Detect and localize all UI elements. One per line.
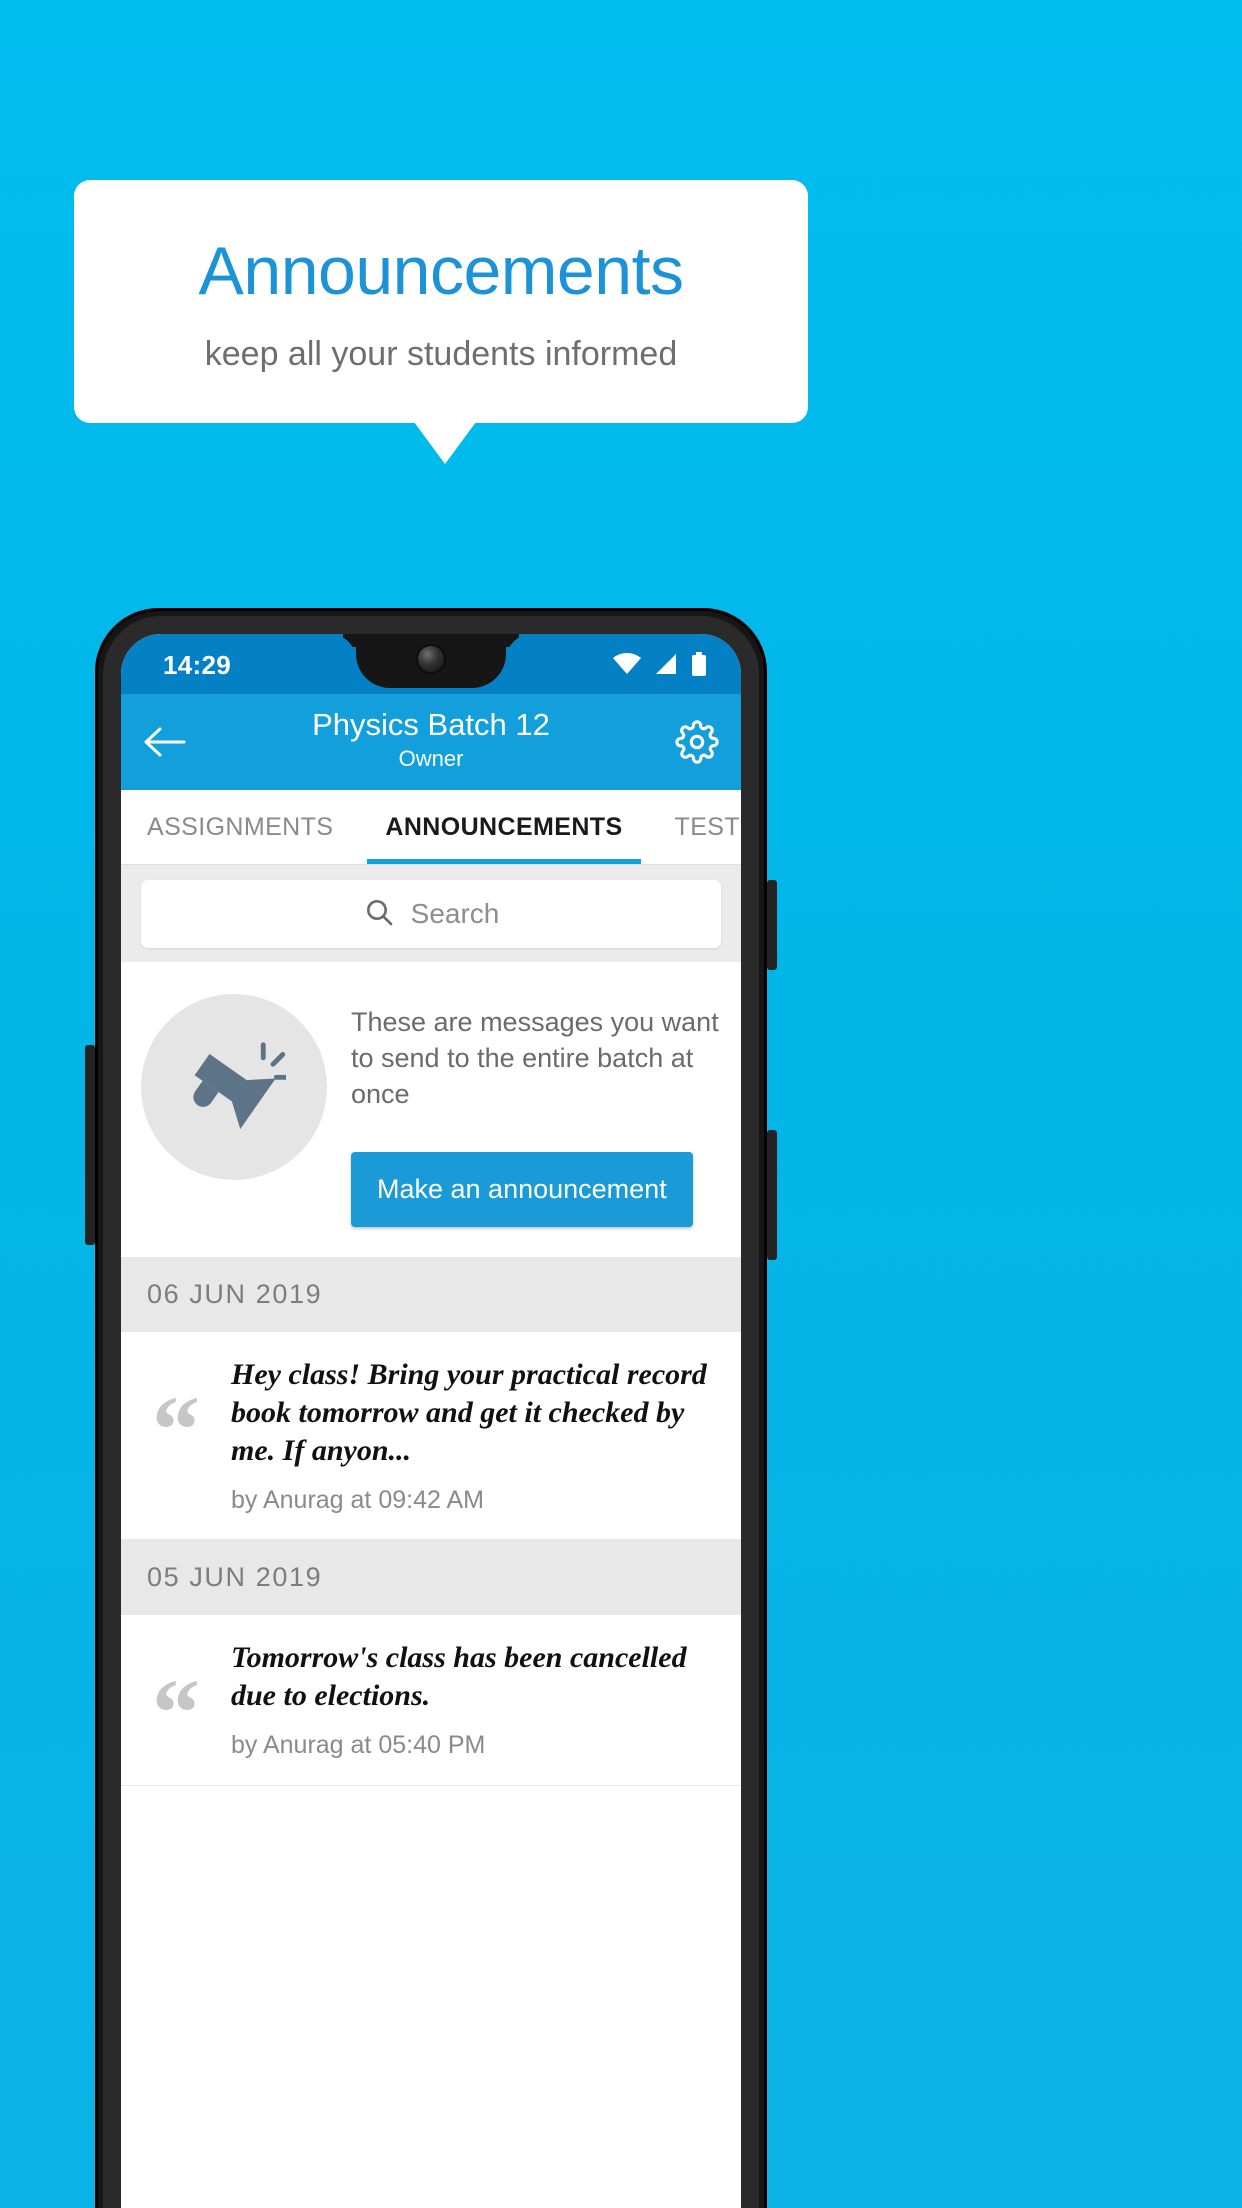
front-camera-icon [418, 646, 444, 672]
status-bar: 14:29 [121, 634, 741, 694]
promo-title: Announcements [198, 233, 684, 309]
phone-screen: 14:29 Physics Batch 12 Owner ASSIGNMENTS… [121, 634, 741, 2208]
status-time: 14:29 [163, 650, 231, 680]
promo-card-tail [414, 422, 476, 464]
battery-icon [691, 652, 707, 681]
megaphone-icon [141, 994, 327, 1180]
search-input[interactable]: Search [141, 880, 721, 948]
tab-bar[interactable]: ASSIGNMENTS ANNOUNCEMENTS TESTS [121, 790, 741, 864]
quote-mark-icon: “ [152, 1659, 200, 1766]
app-bar: Physics Batch 12 Owner [121, 694, 741, 790]
camera-notch [356, 634, 506, 688]
wifi-icon [613, 652, 641, 680]
phone-power-button [85, 1045, 95, 1245]
phone-volume-button [767, 1130, 777, 1260]
announcement-body: Hey class! Bring your practical record b… [231, 1356, 721, 1515]
announcement-meta: by Anurag at 09:42 AM [231, 1486, 484, 1514]
search-placeholder: Search [410, 898, 500, 929]
signal-icon [654, 653, 678, 680]
quote-mark-icon: “ [152, 1376, 200, 1483]
status-icons [613, 652, 707, 681]
date-header: 05 JUN 2019 [121, 1540, 741, 1615]
announcement-item[interactable]: “ Tomorrow's class has been cancelled du… [121, 1615, 741, 1786]
tab-announcements[interactable]: ANNOUNCEMENTS [359, 790, 648, 864]
announcement-text: Hey class! Bring your practical record b… [231, 1358, 707, 1467]
tab-tests[interactable]: TESTS [649, 790, 741, 864]
announcement-item[interactable]: “ Hey class! Bring your practical record… [121, 1332, 741, 1540]
gear-icon[interactable] [673, 718, 721, 766]
search-container: Search [121, 864, 741, 962]
promo-subtitle: keep all your students informed [204, 335, 678, 373]
app-bar-titles: Physics Batch 12 Owner [121, 694, 741, 774]
announcement-empty-state: These are messages you want to send to t… [121, 962, 741, 1257]
announcement-text: Tomorrow's class has been cancelled due … [231, 1641, 687, 1712]
empty-state-right: These are messages you want to send to t… [351, 988, 721, 1227]
announcement-meta: by Anurag at 05:40 PM [231, 1731, 486, 1759]
tab-assignments[interactable]: ASSIGNMENTS [121, 790, 359, 864]
phone-side-button [767, 880, 777, 970]
page-subtitle: Owner [398, 746, 464, 771]
page-title: Physics Batch 12 [312, 707, 550, 742]
announcement-body: Tomorrow's class has been cancelled due … [231, 1639, 721, 1761]
phone-mockup: 14:29 Physics Batch 12 Owner ASSIGNMENTS… [95, 608, 767, 2208]
search-icon [363, 896, 395, 933]
make-announcement-button[interactable]: Make an announcement [351, 1152, 693, 1227]
empty-state-description: These are messages you want to send to t… [351, 1007, 719, 1109]
promo-card: Announcements keep all your students inf… [74, 180, 808, 423]
date-header: 06 JUN 2019 [121, 1257, 741, 1332]
